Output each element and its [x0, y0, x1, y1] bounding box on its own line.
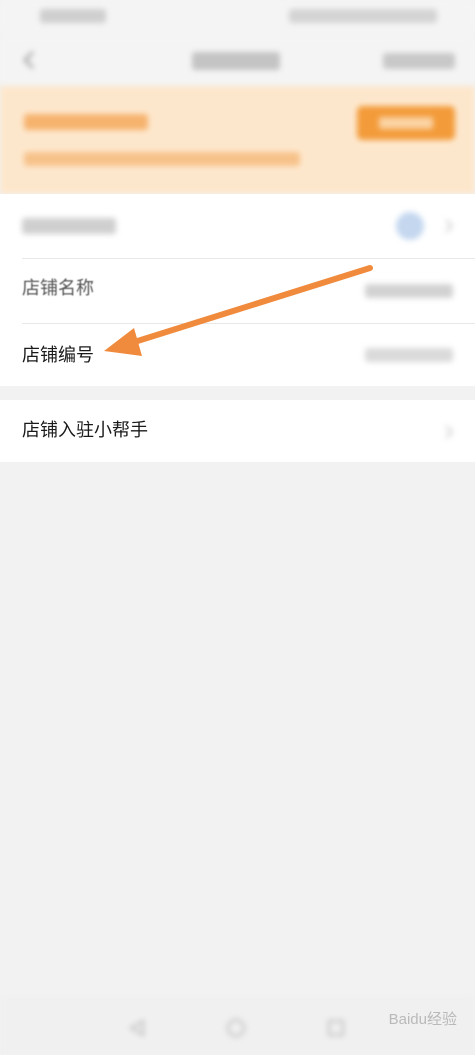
store-helper-label: 店铺入驻小帮手: [22, 420, 148, 441]
store-number-label: 店铺编号: [22, 345, 94, 366]
circle-home-icon[interactable]: [226, 1018, 246, 1038]
store-number-value: [365, 348, 453, 362]
nav-bar: [0, 36, 475, 86]
chevron-right-icon: [445, 218, 454, 233]
carrier-info: [40, 9, 106, 23]
store-avatar-row[interactable]: [0, 194, 475, 258]
page-title: [192, 52, 280, 70]
nav-right-action[interactable]: [383, 53, 455, 69]
store-name-row[interactable]: 店铺名称: [0, 260, 475, 324]
avatar: [396, 212, 424, 240]
system-status: [289, 9, 437, 23]
store-helper-row[interactable]: 店铺入驻小帮手: [0, 400, 475, 462]
banner-action-button[interactable]: [357, 106, 455, 140]
status-bar: [0, 0, 475, 36]
triangle-back-icon[interactable]: [127, 1018, 147, 1038]
divider: [22, 258, 475, 259]
back-icon[interactable]: [22, 50, 36, 70]
watermark: Baidu经验: [388, 1011, 457, 1028]
chevron-right-icon: [445, 424, 454, 439]
store-avatar-label: [22, 218, 116, 234]
store-name-label: 店铺名称: [22, 278, 94, 299]
banner-subtitle: [24, 152, 300, 166]
square-recent-icon[interactable]: [326, 1018, 346, 1038]
verification-banner: [0, 86, 475, 194]
store-number-row[interactable]: 店铺编号: [0, 324, 475, 388]
banner-title: [24, 114, 148, 130]
store-info-card: 店铺名称 店铺编号: [0, 194, 475, 386]
store-name-value: [365, 284, 453, 298]
